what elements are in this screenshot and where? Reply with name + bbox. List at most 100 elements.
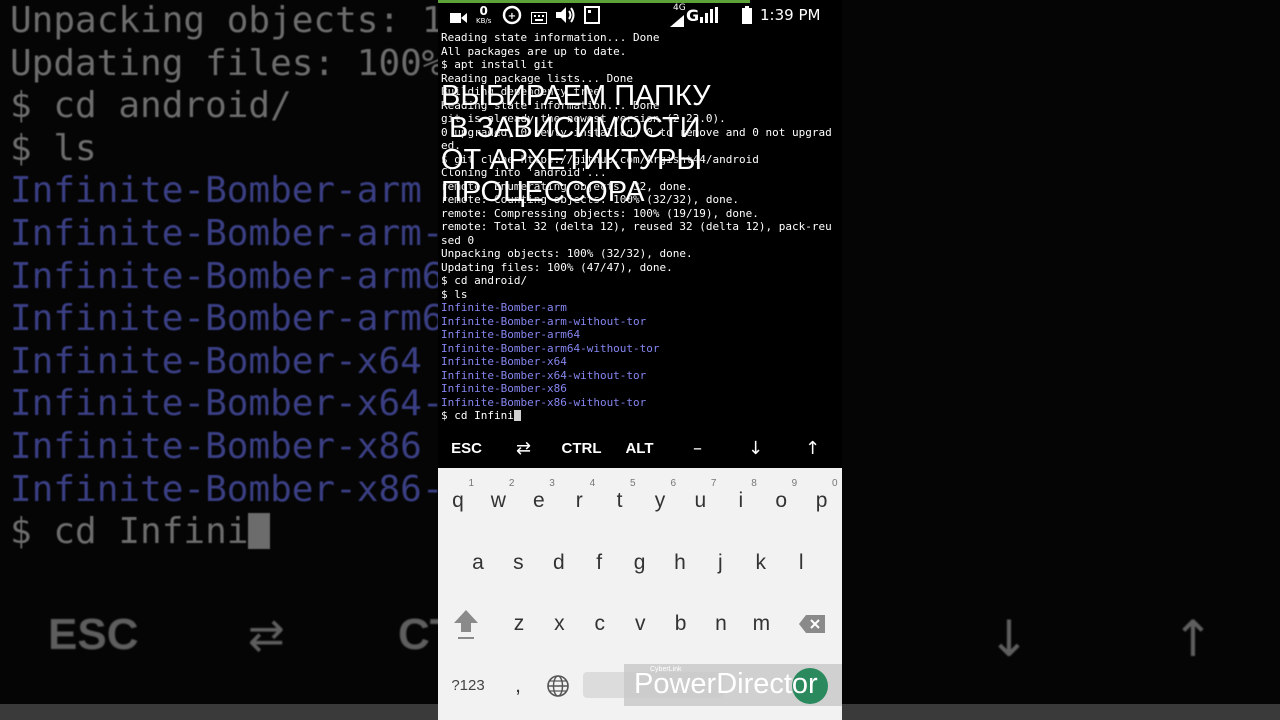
- key-g[interactable]: g: [620, 541, 660, 585]
- key-c[interactable]: c: [580, 602, 620, 646]
- key-label: p: [815, 489, 828, 512]
- key-number-hint: 8: [751, 478, 757, 489]
- extra-keys-row: ESC ⇄ CTRL ALT – ↓ ↑: [438, 430, 842, 468]
- key-label: z: [513, 612, 525, 635]
- key-label: l: [798, 551, 804, 574]
- tab-swap-key[interactable]: ⇄: [495, 430, 552, 468]
- key-number-hint: 7: [710, 478, 717, 489]
- background-esc-key: ESC: [48, 610, 139, 659]
- file-list-item: Infinite-Bomber-x64-without-tor: [441, 368, 647, 382]
- key-label: r: [575, 489, 583, 512]
- key-label: a: [472, 551, 484, 574]
- up-arrow-key[interactable]: ↑: [784, 430, 841, 468]
- file-list-item: Infinite-Bomber-x86: [441, 382, 567, 395]
- background-keys: ESC ⇄ CT: [0, 610, 438, 670]
- key-label: h: [674, 551, 686, 574]
- svg-text:+: +: [508, 11, 516, 22]
- globe-icon: [546, 675, 570, 703]
- background-terminal-line: Infinite-Bomber-x64-: [10, 383, 438, 425]
- background-down-arrow-icon: ↓: [988, 610, 1030, 668]
- terminal-line: remote: Total 32 (delta 12), reused 32 (…: [441, 220, 832, 233]
- terminal-line: remote: Compressing objects: 100% (19/19…: [441, 206, 759, 220]
- esc-key[interactable]: ESC: [438, 430, 495, 468]
- key-label: g: [633, 551, 646, 574]
- key-v[interactable]: v: [620, 602, 660, 646]
- phone-screen: 0 KB/s + 4G G 1:39 PM Reading state info…: [438, 0, 842, 720]
- key-t[interactable]: t5: [600, 478, 640, 523]
- key-label: v: [634, 612, 646, 635]
- keyboard-icon: [531, 9, 547, 28]
- key-d[interactable]: d: [539, 541, 579, 585]
- command-prompt-line[interactable]: $ cd Infini: [441, 409, 841, 423]
- key-label: b: [674, 612, 687, 635]
- command-prompt-text: $ cd Infini: [441, 409, 514, 422]
- background-right: ↓ ↑: [842, 0, 1280, 720]
- down-arrow-key[interactable]: ↓: [727, 430, 784, 468]
- language-key[interactable]: [538, 664, 578, 708]
- key-i[interactable]: i8: [721, 478, 761, 523]
- file-list-item: Infinite-Bomber-arm64-without-tor: [441, 341, 660, 355]
- key-label: u: [694, 489, 707, 512]
- status-time: 1:39 PM: [760, 6, 821, 24]
- key-number-hint: 3: [549, 478, 555, 489]
- key-label: s: [513, 551, 524, 574]
- key-l[interactable]: l: [781, 541, 821, 585]
- key-k[interactable]: k: [741, 541, 781, 585]
- key-number-hint: 0: [832, 478, 838, 489]
- data-saver-icon: +: [502, 5, 522, 29]
- key-x[interactable]: x: [539, 602, 579, 646]
- alt-key[interactable]: ALT: [611, 430, 668, 468]
- shift-key[interactable]: [446, 602, 486, 646]
- key-o[interactable]: o9: [761, 478, 801, 523]
- key-h[interactable]: h: [660, 541, 700, 585]
- key-f[interactable]: f: [579, 541, 619, 585]
- overlay-caption-line: ПРОЦЕССОРА: [441, 176, 645, 208]
- ctrl-key[interactable]: CTRL: [553, 430, 610, 468]
- background-terminal-line: Updating files: 100%: [10, 42, 438, 84]
- key-m[interactable]: m: [741, 602, 781, 646]
- terminal-line: $ ls: [441, 287, 468, 301]
- terminal-line: Reading state information... Done: [441, 31, 660, 44]
- background-terminal-line: Infinite-Bomber-arm6: [10, 298, 438, 340]
- volume-icon: [556, 6, 576, 28]
- key-r[interactable]: r4: [559, 478, 599, 523]
- background-terminal-line: Infinite-Bomber-arm6: [10, 255, 438, 297]
- terminal-line: $ cd android/: [441, 274, 528, 287]
- backspace-key[interactable]: [792, 602, 832, 646]
- key-e[interactable]: e3: [519, 478, 559, 523]
- background-terminal-line: Infinite-Bomber-arm: [10, 170, 422, 212]
- key-label: k: [755, 551, 767, 574]
- terminal-line: sed 0: [441, 233, 475, 247]
- key-j[interactable]: j: [700, 541, 740, 585]
- dash-key[interactable]: –: [669, 430, 726, 468]
- terminal-line: Unpacking objects: 100% (32/32), done.: [441, 247, 693, 260]
- key-y[interactable]: y6: [640, 478, 680, 523]
- comma-key[interactable]: ,: [498, 664, 538, 708]
- key-q[interactable]: q1: [438, 478, 478, 523]
- overlay-caption-line: ОТ АРХЕТИКТУРЫ: [441, 144, 702, 176]
- carrier-letter: G: [686, 6, 700, 25]
- key-s[interactable]: s: [498, 541, 538, 585]
- key-p[interactable]: p0: [802, 478, 842, 523]
- key-u[interactable]: u7: [680, 478, 720, 523]
- key-label: o: [775, 489, 788, 512]
- terminal-line: Updating files: 100% (47/47), done.: [441, 260, 673, 274]
- key-n[interactable]: n: [701, 602, 741, 646]
- key-b[interactable]: b: [661, 602, 701, 646]
- signal-icon: [670, 12, 684, 31]
- key-z[interactable]: z: [499, 602, 539, 646]
- overlay-caption: ВЫБИРАЕМ ПАПКУ В ЗАВИСИМОСТИ ОТ АРХЕТИКТ…: [441, 80, 771, 208]
- powerdirector-watermark: CyberLink PowerDirector: [624, 664, 842, 706]
- key-label: j: [718, 551, 723, 574]
- background-up-arrow-icon: ↑: [1172, 610, 1214, 668]
- background-terminal-line: $ cd android/: [10, 85, 292, 127]
- symbols-key[interactable]: ?123: [439, 664, 497, 708]
- key-number-hint: 1: [468, 478, 474, 489]
- network-speed: 0 KB/s: [476, 5, 491, 25]
- file-list-item: Infinite-Bomber-x64: [441, 355, 567, 368]
- signal-strength-icon: [700, 7, 748, 27]
- key-w[interactable]: w2: [478, 478, 518, 523]
- key-label: w: [490, 489, 506, 512]
- overlay-caption-line: В ЗАВИСИМОСТИ: [441, 112, 701, 144]
- key-a[interactable]: a: [458, 541, 498, 585]
